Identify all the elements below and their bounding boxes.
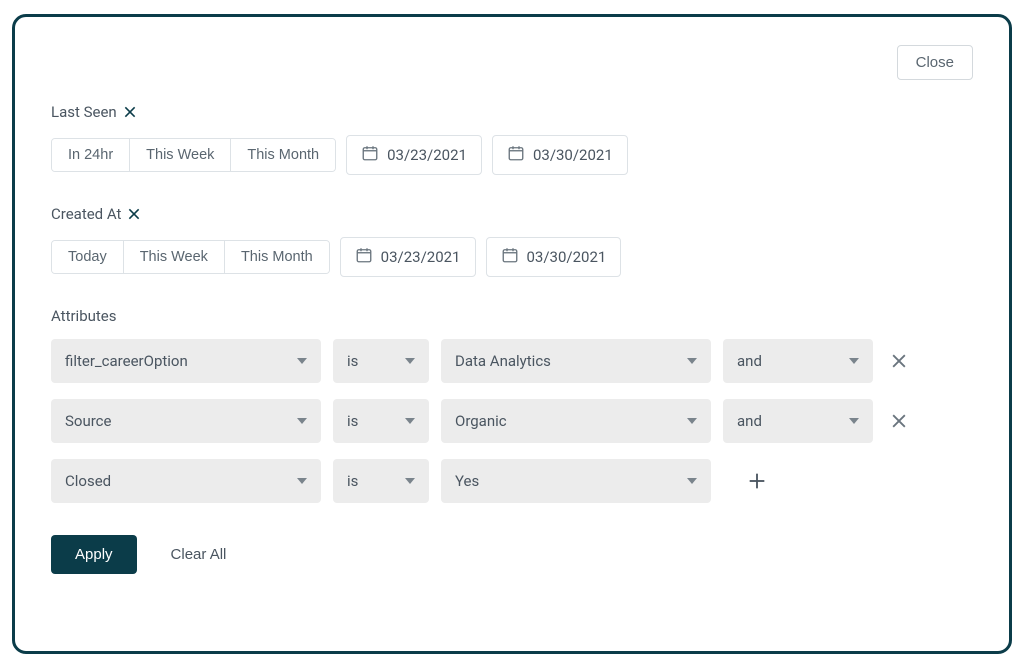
attribute-row: Closed is Yes [51, 459, 973, 503]
last-seen-to-date[interactable]: 03/30/2021 [492, 135, 628, 175]
attribute-value-select[interactable]: Yes [441, 459, 711, 503]
created-at-label: Created At [51, 205, 121, 223]
add-row-icon[interactable] [743, 467, 771, 495]
section-created-at: Created At Today This Week This Month 03… [51, 205, 973, 277]
attribute-logic-select[interactable]: and [723, 339, 873, 383]
created-at-quick-today[interactable]: Today [52, 241, 123, 273]
last-seen-quick-24hr[interactable]: In 24hr [52, 139, 129, 171]
created-at-from-date-value: 03/23/2021 [381, 248, 461, 266]
attribute-field-select[interactable]: filter_careerOption [51, 339, 321, 383]
created-at-quick-this-week[interactable]: This Week [123, 241, 224, 273]
created-at-to-date[interactable]: 03/30/2021 [486, 237, 622, 277]
created-at-from-date[interactable]: 03/23/2021 [340, 237, 476, 277]
attribute-operator-select[interactable]: is [333, 459, 429, 503]
chevron-down-icon [849, 418, 859, 424]
chevron-down-icon [687, 418, 697, 424]
attribute-field-select[interactable]: Source [51, 399, 321, 443]
chevron-down-icon [405, 478, 415, 484]
close-button[interactable]: Close [897, 45, 973, 80]
last-seen-from-date-value: 03/23/2021 [387, 146, 467, 164]
last-seen-from-date[interactable]: 03/23/2021 [346, 135, 482, 175]
attributes-label: Attributes [51, 307, 117, 325]
apply-button[interactable]: Apply [51, 535, 137, 574]
remove-created-at-icon[interactable] [125, 205, 143, 223]
created-at-quick-group: Today This Week This Month [51, 240, 330, 274]
attribute-value-select[interactable]: Organic [441, 399, 711, 443]
remove-last-seen-icon[interactable] [121, 103, 139, 121]
calendar-icon [361, 144, 379, 166]
attribute-operator-select[interactable]: is [333, 399, 429, 443]
actions-row: Apply Clear All [51, 535, 973, 574]
calendar-icon [507, 144, 525, 166]
chevron-down-icon [297, 418, 307, 424]
chevron-down-icon [297, 358, 307, 364]
remove-row-icon[interactable] [885, 407, 913, 435]
chevron-down-icon [687, 478, 697, 484]
attribute-logic-select[interactable]: and [723, 399, 873, 443]
clear-all-button[interactable]: Clear All [165, 545, 233, 564]
last-seen-quick-group: In 24hr This Week This Month [51, 138, 336, 172]
remove-row-icon[interactable] [885, 347, 913, 375]
calendar-icon [355, 246, 373, 268]
chevron-down-icon [849, 358, 859, 364]
created-at-quick-this-month[interactable]: This Month [224, 241, 329, 273]
attribute-field-select[interactable]: Closed [51, 459, 321, 503]
last-seen-label: Last Seen [51, 103, 117, 121]
attribute-value-select[interactable]: Data Analytics [441, 339, 711, 383]
chevron-down-icon [405, 358, 415, 364]
last-seen-quick-this-week[interactable]: This Week [129, 139, 230, 171]
attribute-row: filter_careerOption is Data Analytics an… [51, 339, 973, 383]
filter-panel: Close Last Seen In 24hr This Week This M… [12, 14, 1012, 654]
last-seen-to-date-value: 03/30/2021 [533, 146, 613, 164]
created-at-to-date-value: 03/30/2021 [527, 248, 607, 266]
section-last-seen: Last Seen In 24hr This Week This Month 0… [51, 103, 973, 175]
last-seen-quick-this-month[interactable]: This Month [230, 139, 335, 171]
chevron-down-icon [297, 478, 307, 484]
attribute-operator-select[interactable]: is [333, 339, 429, 383]
attribute-row: Source is Organic and [51, 399, 973, 443]
calendar-icon [501, 246, 519, 268]
chevron-down-icon [405, 418, 415, 424]
chevron-down-icon [687, 358, 697, 364]
section-attributes: Attributes filter_careerOption is Data A… [51, 307, 973, 503]
